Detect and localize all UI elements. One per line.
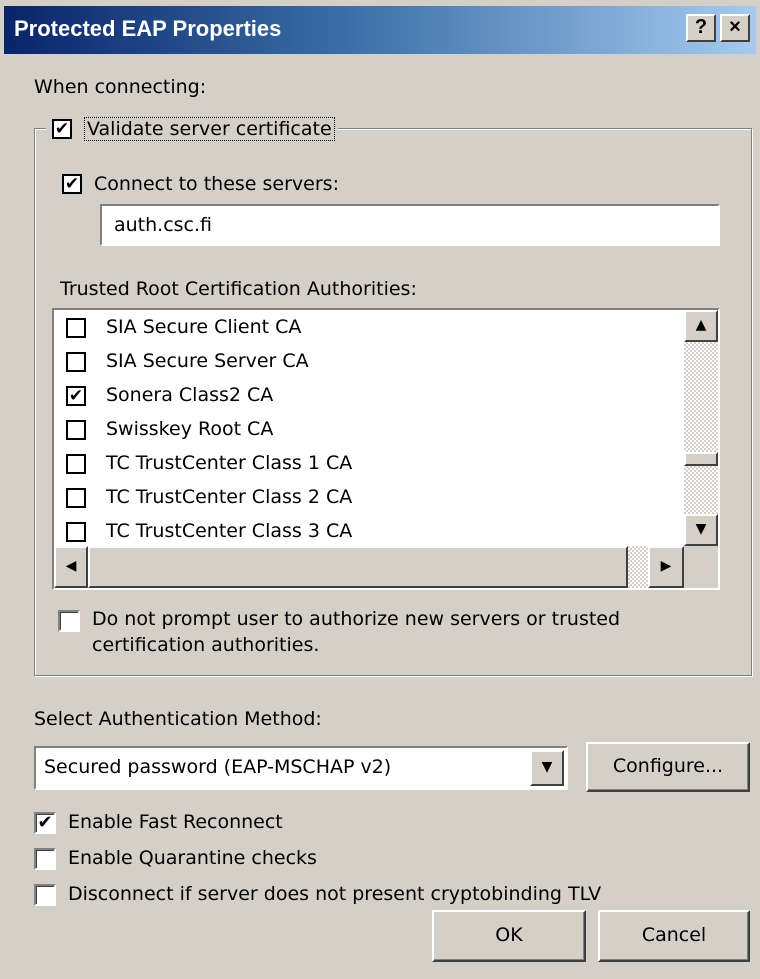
window-title: Protected EAP Properties	[14, 16, 282, 41]
cryptobinding-label: Disconnect if server does not present cr…	[68, 883, 602, 905]
vertical-scrollbar[interactable]: ▲ ▼	[684, 310, 718, 546]
validate-checkmark[interactable]: ✔	[52, 119, 72, 139]
do-not-prompt-line1: Do not prompt user to authorize new serv…	[92, 608, 621, 630]
fast-reconnect-label: Enable Fast Reconnect	[68, 811, 283, 833]
ca-checkbox[interactable]	[66, 352, 86, 372]
do-not-prompt-line2: certification authorities.	[92, 634, 320, 656]
quarantine-box[interactable]	[34, 848, 56, 870]
cryptobinding-box[interactable]	[34, 884, 56, 906]
ca-label: SIA Secure Server CA	[106, 350, 309, 372]
ca-label: SIA Secure Client CA	[106, 316, 302, 338]
ca-checkbox[interactable]	[66, 488, 86, 508]
server-name-input[interactable]: auth.csc.fi	[100, 204, 720, 246]
connect-checkmark[interactable]: ✔	[62, 174, 82, 194]
validate-label: Validate server certificate	[84, 117, 335, 141]
ca-label: TC TrustCenter Class 2 CA	[106, 486, 353, 508]
vertical-scroll-thumb[interactable]	[684, 452, 718, 466]
do-not-prompt-box[interactable]	[58, 610, 80, 632]
ok-button[interactable]: OK	[432, 910, 586, 962]
auth-method-select[interactable]: Secured password (EAP-MSCHAP v2) ▼	[34, 746, 568, 790]
close-button[interactable]: ×	[720, 14, 750, 42]
chevron-down-icon[interactable]: ▼	[530, 750, 564, 786]
ca-checkbox[interactable]	[66, 318, 86, 338]
ca-checkbox[interactable]: ✔	[66, 386, 86, 406]
auth-method-label: Select Authentication Method:	[34, 708, 322, 730]
help-button[interactable]: ?	[686, 14, 716, 42]
scrollbar-corner	[684, 546, 718, 588]
ca-label: TC TrustCenter Class 3 CA	[106, 520, 353, 542]
ca-checkbox[interactable]	[66, 420, 86, 440]
connect-label: Connect to these servers:	[94, 173, 339, 195]
scroll-left-icon[interactable]: ◀	[54, 546, 88, 588]
horizontal-scrollbar[interactable]: ◀ ▶	[54, 546, 684, 588]
ca-label: Swisskey Root CA	[106, 418, 274, 440]
fast-reconnect-box[interactable]: ✔	[34, 812, 56, 834]
do-not-prompt-checkbox[interactable]: Do not prompt user to authorize new serv…	[58, 606, 678, 662]
title-bar[interactable]: Protected EAP Properties ? ×	[0, 0, 760, 60]
scroll-right-icon[interactable]: ▶	[648, 546, 684, 588]
trusted-ca-label: Trusted Root Certification Authorities:	[60, 278, 417, 300]
scroll-up-icon[interactable]: ▲	[684, 310, 718, 342]
cancel-button[interactable]: Cancel	[598, 910, 750, 962]
validate-server-cert-checkbox[interactable]: ✔ Validate server certificate	[46, 114, 338, 144]
cryptobinding-checkbox[interactable]: Disconnect if server does not present cr…	[34, 880, 634, 910]
connect-servers-checkbox[interactable]: ✔ Connect to these servers:	[60, 170, 380, 200]
ca-checkbox[interactable]	[66, 522, 86, 542]
when-connecting-label: When connecting:	[34, 76, 207, 98]
ca-label: Sonera Class2 CA	[106, 384, 274, 406]
fast-reconnect-checkbox[interactable]: ✔ Enable Fast Reconnect	[34, 808, 434, 838]
quarantine-label: Enable Quarantine checks	[68, 847, 317, 869]
ca-label: TC TrustCenter Class 1 CA	[106, 452, 353, 474]
configure-button[interactable]: Configure...	[586, 742, 750, 792]
ca-checkbox[interactable]	[66, 454, 86, 474]
auth-method-value: Secured password (EAP-MSCHAP v2)	[44, 756, 392, 778]
scroll-down-icon[interactable]: ▼	[684, 514, 718, 546]
horizontal-scroll-thumb[interactable]	[88, 546, 628, 588]
quarantine-checkbox[interactable]: Enable Quarantine checks	[34, 844, 434, 874]
